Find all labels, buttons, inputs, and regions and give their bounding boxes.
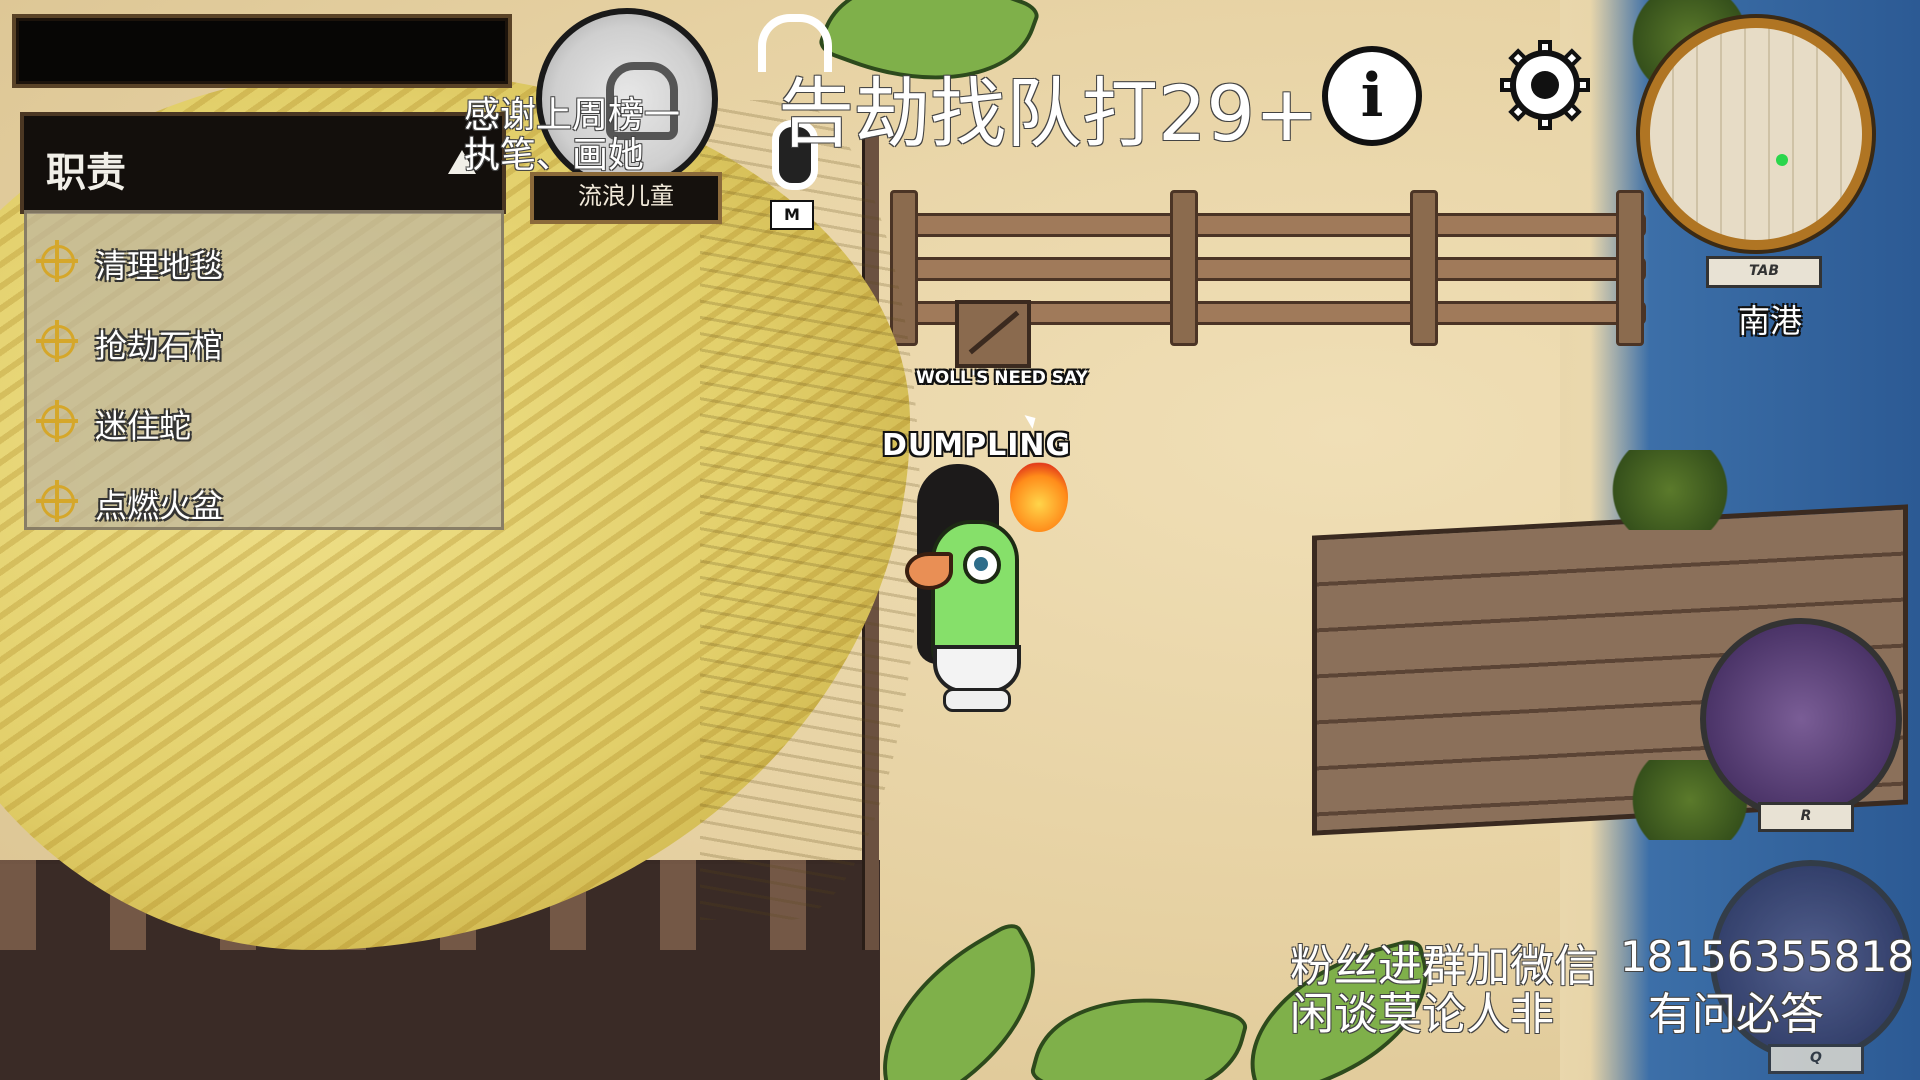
- ability-hotkey: Q: [1768, 1044, 1864, 1074]
- task-label: 抢劫石棺: [95, 327, 224, 365]
- task-panel: 职责 清理地毯 抢劫石棺 迷住蛇 点燃火盆: [20, 112, 506, 530]
- info-icon: i: [1360, 61, 1384, 131]
- other-player-name: WOLL'S NEED SAY: [916, 368, 1088, 388]
- minimap-hotkey: TAB: [1706, 256, 1822, 288]
- task-target-icon: [36, 480, 78, 522]
- stream-thanks-line-2: 执笔、画她: [464, 135, 645, 176]
- task-panel-title: 职责: [46, 150, 126, 196]
- task-target-icon: [36, 320, 78, 362]
- location-name: 南港: [1738, 302, 1803, 340]
- task-item[interactable]: 清理地毯: [27, 227, 501, 293]
- stream-promo-line-3: 有问必答: [1648, 989, 1824, 1040]
- task-item[interactable]: 抢劫石棺: [27, 307, 501, 373]
- task-target-icon: [36, 240, 78, 282]
- task-panel-header[interactable]: 职责: [20, 112, 506, 214]
- player-eye: [963, 546, 1001, 584]
- mic-hotkey: M: [770, 200, 814, 230]
- top-status-bar: [12, 14, 512, 88]
- shrub: [1600, 450, 1740, 530]
- task-item[interactable]: 迷住蛇: [27, 387, 501, 453]
- wooden-crate[interactable]: [955, 300, 1031, 368]
- task-item[interactable]: 点燃火盆: [27, 467, 501, 533]
- settings-button[interactable]: [1500, 40, 1590, 130]
- ability-hotkey: R: [1758, 802, 1854, 832]
- info-button[interactable]: i: [1322, 46, 1422, 146]
- minimap[interactable]: TAB: [1640, 18, 1872, 288]
- player-position-dot: [1776, 154, 1788, 166]
- player-feet: [943, 688, 1011, 712]
- role-name: 流浪儿童: [530, 172, 722, 224]
- player-beak: [905, 552, 953, 590]
- player-name: DUMPLING: [882, 428, 1072, 463]
- stream-headline: 告劫找队打29+: [778, 69, 1319, 158]
- fire-effect: [1010, 462, 1068, 532]
- task-label: 迷住蛇: [95, 407, 192, 445]
- ability-button-r[interactable]: R: [1700, 618, 1902, 832]
- task-label: 点燃火盆: [95, 487, 224, 525]
- player-skirt: [933, 645, 1021, 693]
- minimap-disc: [1640, 18, 1872, 250]
- stream-promo-number: 18156355818: [1620, 932, 1914, 981]
- task-label: 清理地毯: [95, 247, 224, 285]
- task-target-icon: [36, 400, 78, 442]
- stream-promo-line-2: 闲谈莫论人非: [1290, 989, 1554, 1040]
- task-list: 清理地毯 抢劫石棺 迷住蛇 点燃火盆: [24, 210, 504, 530]
